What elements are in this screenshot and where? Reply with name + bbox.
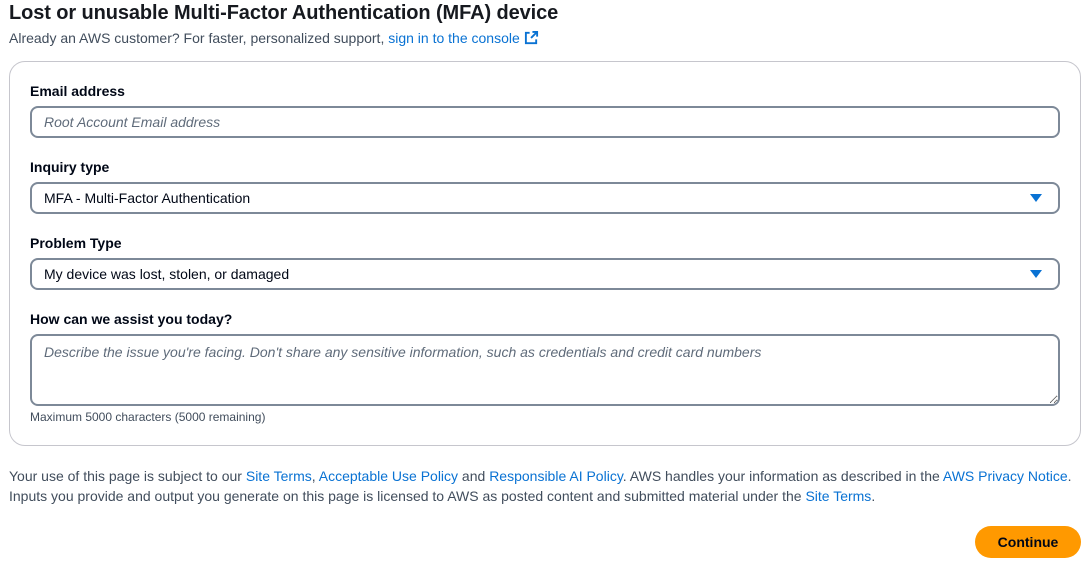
email-label: Email address bbox=[30, 83, 125, 99]
problem-type-select[interactable]: My device was lost, stolen, or damaged bbox=[30, 258, 1060, 290]
assist-textarea[interactable] bbox=[30, 334, 1060, 406]
responsible-ai-policy-link[interactable]: Responsible AI Policy bbox=[489, 468, 623, 484]
problem-type-label: Problem Type bbox=[30, 235, 122, 251]
problem-type-value: My device was lost, stolen, or damaged bbox=[44, 266, 290, 282]
inquiry-type-value: MFA - Multi-Factor Authentication bbox=[44, 190, 251, 206]
character-count-hint: Maximum 5000 characters (5000 remaining) bbox=[30, 410, 266, 424]
inquiry-type-select[interactable]: MFA - Multi-Factor Authentication bbox=[30, 182, 1060, 214]
legal-text: . AWS handles your information as descri… bbox=[622, 468, 943, 484]
legal-notice: Your use of this page is subject to our … bbox=[9, 466, 1079, 506]
caret-down-icon bbox=[1030, 194, 1042, 202]
legal-text: Your use of this page is subject to our bbox=[9, 468, 246, 484]
site-terms-link-2[interactable]: Site Terms bbox=[805, 488, 871, 504]
legal-text: , bbox=[311, 468, 319, 484]
signin-console-link[interactable]: sign in to the console bbox=[388, 30, 539, 46]
inquiry-type-label: Inquiry type bbox=[30, 159, 110, 175]
continue-button[interactable]: Continue bbox=[975, 526, 1081, 558]
caret-down-icon bbox=[1030, 270, 1042, 278]
subtitle-text: Already an AWS customer? For faster, per… bbox=[9, 30, 389, 46]
privacy-notice-link[interactable]: AWS Privacy Notice bbox=[943, 468, 1068, 484]
site-terms-link[interactable]: Site Terms bbox=[246, 468, 312, 484]
legal-text: . bbox=[871, 488, 876, 504]
support-form-card: Email address Inquiry type MFA - Multi-F… bbox=[9, 61, 1081, 446]
assist-label: How can we assist you today? bbox=[30, 311, 233, 327]
legal-text: and bbox=[458, 468, 490, 484]
acceptable-use-policy-link[interactable]: Acceptable Use Policy bbox=[319, 468, 458, 484]
external-link-icon bbox=[524, 30, 538, 45]
signin-console-link-label: sign in to the console bbox=[388, 30, 520, 46]
page-title: Lost or unusable Multi-Factor Authentica… bbox=[9, 2, 559, 24]
email-field[interactable] bbox=[30, 106, 1060, 138]
page-subtitle: Already an AWS customer? For faster, per… bbox=[9, 30, 539, 46]
